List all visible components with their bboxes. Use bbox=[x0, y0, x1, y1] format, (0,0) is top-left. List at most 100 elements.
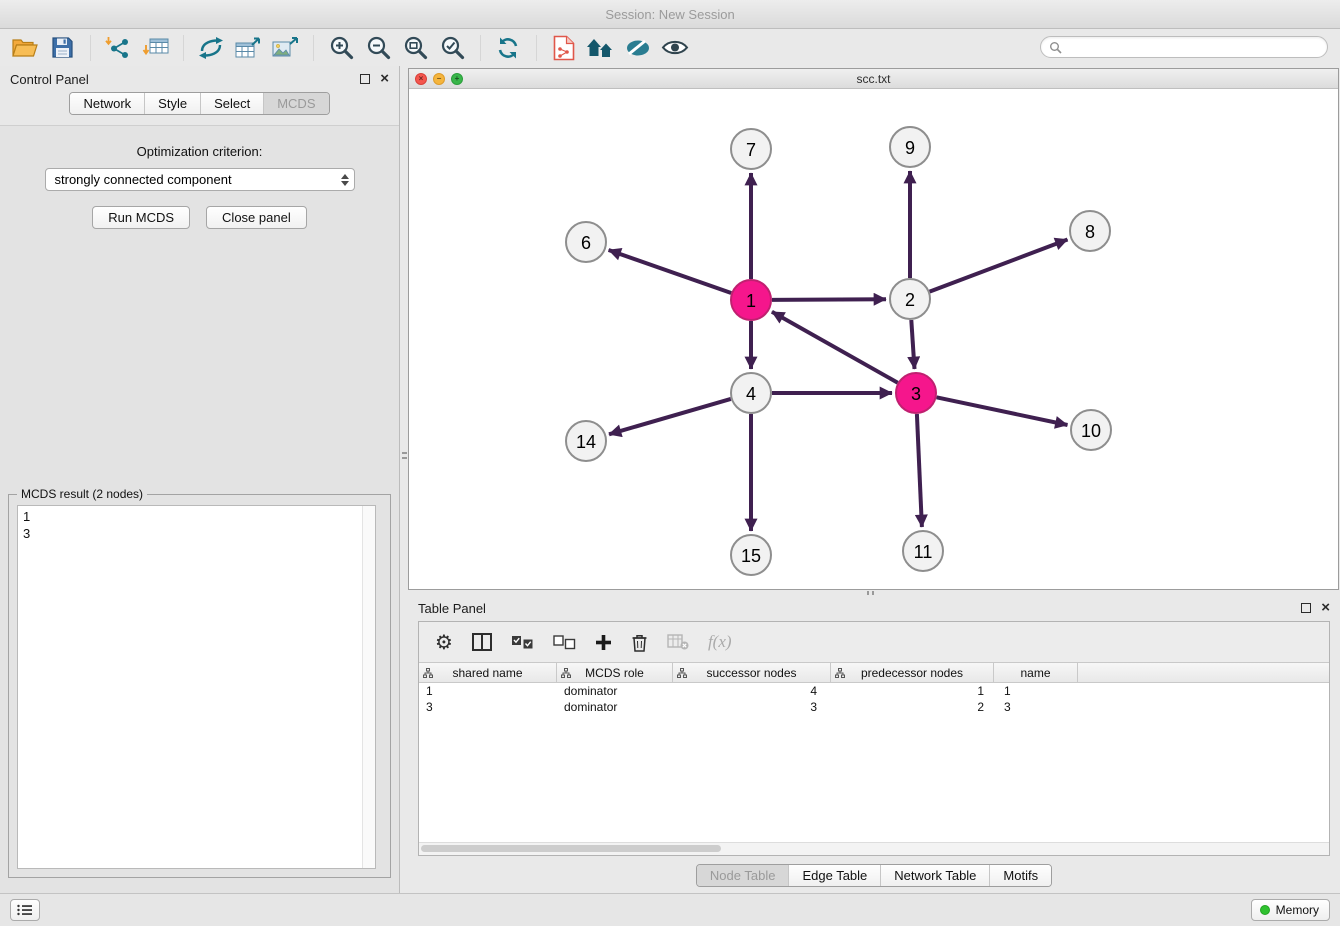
graph-edge-1-2[interactable] bbox=[772, 299, 886, 300]
close-panel-icon[interactable]: × bbox=[380, 74, 389, 84]
add-row-icon[interactable] bbox=[595, 634, 612, 651]
tab-style[interactable]: Style bbox=[144, 93, 200, 114]
table-cell[interactable]: dominator bbox=[557, 699, 673, 715]
tab-mcds[interactable]: MCDS bbox=[263, 93, 328, 114]
zoom-in-button[interactable] bbox=[326, 32, 356, 64]
save-session-button[interactable] bbox=[47, 32, 77, 64]
table-cell[interactable]: 3 bbox=[419, 699, 557, 715]
graph-edge-3-1[interactable] bbox=[772, 312, 898, 383]
table-cell[interactable]: 1 bbox=[831, 683, 994, 699]
graph-edge-3-11[interactable] bbox=[917, 414, 922, 527]
svg-text:6: 6 bbox=[581, 233, 591, 253]
graph-node-15[interactable]: 15 bbox=[731, 535, 771, 575]
vertical-splitter-handle[interactable] bbox=[401, 452, 407, 468]
export-image-button[interactable] bbox=[270, 32, 300, 64]
table-cell[interactable]: 1 bbox=[419, 683, 557, 699]
graph-node-10[interactable]: 10 bbox=[1071, 410, 1111, 450]
graph-node-2[interactable]: 2 bbox=[890, 279, 930, 319]
tab-network[interactable]: Network bbox=[70, 93, 144, 114]
refresh-button[interactable] bbox=[493, 32, 523, 64]
result-item[interactable]: 3 bbox=[23, 525, 375, 542]
table-settings-icon[interactable]: ⚙ bbox=[435, 632, 453, 652]
import-table-button[interactable] bbox=[140, 32, 170, 64]
horizontal-splitter-handle[interactable] bbox=[862, 590, 878, 595]
minimize-window-icon[interactable]: − bbox=[433, 73, 445, 85]
network-canvas[interactable]: 7 9 6 8 1 2 4 3 14 10 15 11 bbox=[409, 89, 1338, 589]
graph-edge-1-6[interactable] bbox=[609, 250, 732, 293]
tab-edge-table[interactable]: Edge Table bbox=[788, 865, 880, 886]
network-graph-svg[interactable]: 7 9 6 8 1 2 4 3 14 10 15 11 bbox=[409, 89, 1338, 590]
table-cell[interactable]: 4 bbox=[673, 683, 831, 699]
result-item[interactable]: 1 bbox=[23, 508, 375, 525]
graph-node-11[interactable]: 11 bbox=[903, 531, 943, 571]
import-network-button[interactable] bbox=[103, 32, 133, 64]
split-columns-icon[interactable] bbox=[472, 633, 492, 651]
column-header-predecessor-nodes[interactable]: predecessor nodes bbox=[831, 663, 994, 682]
tab-select[interactable]: Select bbox=[200, 93, 263, 114]
column-header-name[interactable]: name bbox=[994, 663, 1078, 682]
table-cell[interactable]: 2 bbox=[831, 699, 994, 715]
graph-edge-3-10[interactable] bbox=[937, 397, 1068, 425]
graph-edge-4-14[interactable] bbox=[609, 399, 731, 434]
table-column-headers: shared name MCDS role successor nodes pr… bbox=[419, 662, 1329, 683]
float-table-panel-icon[interactable] bbox=[1301, 603, 1311, 613]
table-cell[interactable]: 3 bbox=[994, 699, 1078, 715]
search-input[interactable] bbox=[1067, 39, 1319, 55]
export-network-button[interactable] bbox=[196, 32, 226, 64]
network-document-button[interactable] bbox=[549, 32, 579, 64]
close-table-panel-icon[interactable]: × bbox=[1321, 603, 1330, 613]
delete-table-icon[interactable] bbox=[667, 634, 689, 650]
select-all-icon[interactable] bbox=[511, 635, 534, 650]
table-cell[interactable]: dominator bbox=[557, 683, 673, 699]
table-panel-header: Table Panel × bbox=[408, 597, 1340, 619]
column-header-successor-nodes[interactable]: successor nodes bbox=[673, 663, 831, 682]
zoom-out-button[interactable] bbox=[363, 32, 393, 64]
graph-edge-2-3[interactable] bbox=[911, 320, 914, 369]
zoom-fit-button[interactable] bbox=[400, 32, 430, 64]
table-row[interactable]: 1dominator411 bbox=[419, 683, 1329, 699]
float-panel-icon[interactable] bbox=[360, 74, 370, 84]
graph-node-4[interactable]: 4 bbox=[731, 373, 771, 413]
apply-function-icon[interactable]: f(x) bbox=[708, 632, 732, 652]
mcds-result-list[interactable]: 1 3 bbox=[17, 505, 376, 869]
close-window-icon[interactable]: × bbox=[415, 73, 427, 85]
zoom-window-icon[interactable]: + bbox=[451, 73, 463, 85]
graph-node-8[interactable]: 8 bbox=[1070, 211, 1110, 251]
open-session-button[interactable] bbox=[10, 32, 40, 64]
zoom-selected-button[interactable] bbox=[437, 32, 467, 64]
scrollbar-thumb[interactable] bbox=[421, 845, 721, 852]
graph-node-14[interactable]: 14 bbox=[566, 421, 606, 461]
graph-node-7[interactable]: 7 bbox=[731, 129, 771, 169]
graph-node-6[interactable]: 6 bbox=[566, 222, 606, 262]
tab-network-table[interactable]: Network Table bbox=[880, 865, 989, 886]
table-cell[interactable]: 3 bbox=[673, 699, 831, 715]
criterion-dropdown[interactable]: strongly connected component bbox=[45, 168, 355, 191]
result-list-scrollbar[interactable] bbox=[362, 506, 375, 868]
table-horizontal-scrollbar[interactable] bbox=[419, 842, 1329, 855]
column-header-mcds-role[interactable]: MCDS role bbox=[557, 663, 673, 682]
table-cell[interactable]: 1 bbox=[994, 683, 1078, 699]
home-button[interactable] bbox=[586, 32, 616, 64]
graph-edge-2-8[interactable] bbox=[930, 240, 1068, 292]
deselect-all-icon[interactable] bbox=[553, 635, 576, 650]
apply-style-button[interactable] bbox=[623, 32, 653, 64]
export-table-button[interactable] bbox=[233, 32, 263, 64]
task-history-button[interactable] bbox=[10, 899, 40, 921]
network-window-titlebar[interactable]: scc.txt × − + bbox=[409, 69, 1338, 89]
column-type-icon bbox=[423, 668, 433, 678]
close-panel-button[interactable]: Close panel bbox=[206, 206, 307, 229]
table-row[interactable]: 3dominator323 bbox=[419, 699, 1329, 715]
toolbar-separator bbox=[313, 35, 314, 61]
tab-node-table[interactable]: Node Table bbox=[697, 865, 789, 886]
show-hide-button[interactable] bbox=[660, 32, 690, 64]
column-header-shared-name[interactable]: shared name bbox=[419, 663, 557, 682]
graph-node-1[interactable]: 1 bbox=[731, 280, 771, 320]
delete-row-icon[interactable] bbox=[631, 633, 648, 652]
tab-motifs[interactable]: Motifs bbox=[989, 865, 1051, 886]
toolbar-separator bbox=[480, 35, 481, 61]
graph-node-3[interactable]: 3 bbox=[896, 373, 936, 413]
graph-node-9[interactable]: 9 bbox=[890, 127, 930, 167]
search-box[interactable] bbox=[1040, 36, 1328, 58]
memory-button[interactable]: Memory bbox=[1251, 899, 1330, 921]
run-mcds-button[interactable]: Run MCDS bbox=[92, 206, 190, 229]
